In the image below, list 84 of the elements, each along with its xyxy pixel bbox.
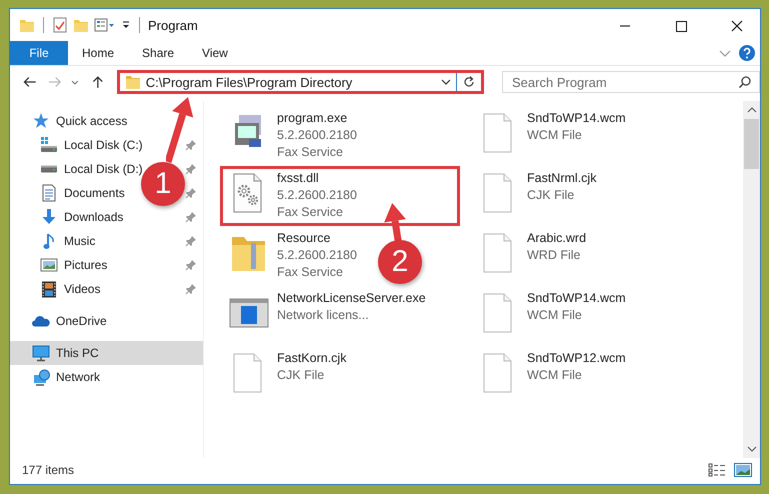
- address-bar[interactable]: C:\Program Files\Program Directory: [116, 70, 484, 94]
- file-tile[interactable]: FastKorn.cjk CJK File: [220, 346, 356, 406]
- nav-item[interactable]: Network: [32, 368, 100, 386]
- file-detail: 5.2.2600.2180: [277, 187, 357, 204]
- file-name: program.exe: [277, 110, 348, 127]
- drive-icon: [40, 137, 58, 153]
- file-detail: WCM File: [527, 367, 583, 384]
- search-icon[interactable]: [738, 75, 752, 89]
- file-name: FastKorn.cjk: [277, 350, 346, 367]
- file-tile[interactable]: program.exe 5.2.2600.2180 Fax Service: [220, 106, 366, 166]
- checklist-icon[interactable]: [52, 17, 68, 33]
- nav-item[interactable]: Music: [40, 232, 96, 250]
- nav-item[interactable]: OneDrive: [32, 314, 107, 328]
- pin-icon[interactable]: [185, 259, 197, 271]
- nav-item[interactable]: Videos: [40, 280, 100, 298]
- monitor-icon: [32, 344, 50, 362]
- pin-icon[interactable]: [185, 235, 197, 247]
- chevron-down-icon[interactable]: [441, 79, 452, 85]
- list-view-icon[interactable]: [94, 17, 116, 33]
- ribbon-tab[interactable]: Home: [68, 41, 128, 65]
- window-title: Program: [148, 18, 198, 32]
- nav-item[interactable]: Quick access: [32, 112, 128, 130]
- document-icon: [42, 184, 56, 202]
- drive-icon: [40, 165, 58, 173]
- refresh-icon[interactable]: [462, 75, 476, 89]
- file-name: FastNrml.cjk: [527, 170, 596, 187]
- nav-item[interactable]: Local Disk (D:): [40, 162, 143, 176]
- file-tile[interactable]: SndToWP14.wcm WCM File: [470, 286, 635, 346]
- ribbon-tab[interactable]: Share: [128, 41, 188, 65]
- file-tile[interactable]: FastNrml.cjk CJK File: [470, 166, 606, 226]
- file-name: Resource: [277, 230, 332, 247]
- file-name: SndToWP14.wcm: [527, 110, 626, 127]
- scroll-down-icon[interactable]: [746, 446, 756, 452]
- chevron-down-icon[interactable]: [71, 80, 80, 84]
- file-detail: Fax Service: [277, 204, 344, 221]
- file-tile[interactable]: SndToWP12.wcm WCM File: [470, 346, 635, 406]
- file-name: SndToWP14.wcm: [527, 290, 626, 307]
- pin-icon[interactable]: [185, 283, 197, 295]
- file-name: SndToWP12.wcm: [527, 350, 626, 367]
- file-detail: CJK File: [527, 187, 576, 204]
- nav-item[interactable]: Pictures: [40, 258, 108, 272]
- scroll-up-icon[interactable]: [746, 107, 756, 113]
- help-icon[interactable]: [738, 44, 756, 62]
- file-detail: Fax Service: [277, 144, 344, 161]
- ribbon-tab[interactable]: View: [188, 41, 242, 65]
- pin-icon[interactable]: [185, 139, 197, 151]
- file-detail: CJK File: [277, 367, 326, 384]
- details-view-icon[interactable]: [708, 463, 726, 477]
- down-arrow-icon: [42, 209, 56, 225]
- file-name: fxsst.dll: [277, 170, 320, 187]
- scrollbar[interactable]: [743, 101, 760, 458]
- file-tile[interactable]: Resource 5.2.2600.2180 Fax Service: [220, 226, 366, 286]
- nav-item[interactable]: This PC: [32, 344, 99, 362]
- pin-icon[interactable]: [185, 163, 197, 175]
- file-detail: WCM File: [527, 127, 583, 144]
- music-note-icon: [43, 232, 55, 250]
- picture-icon: [40, 258, 58, 272]
- file-name: NetworkLicenseServer.exe: [277, 290, 426, 307]
- star-icon: [32, 112, 50, 130]
- folder-icon: [124, 74, 141, 90]
- file-detail: Fax Service: [277, 264, 344, 281]
- file-detail: 5.2.2600.2180: [277, 127, 357, 144]
- file-tile[interactable]: SndToWP14.wcm WCM File: [470, 106, 635, 166]
- file-name: Arabic.wrd: [527, 230, 586, 247]
- globe-computer-icon: [32, 368, 50, 386]
- file-detail: Network licens...: [277, 307, 370, 324]
- nav-item[interactable]: Documents: [40, 184, 125, 202]
- cloud-icon: [32, 316, 50, 326]
- nav-item[interactable]: Downloads: [40, 209, 124, 225]
- pin-icon[interactable]: [185, 211, 197, 223]
- file-detail: 5.2.2600.2180: [277, 247, 357, 264]
- file-detail: WRD File: [527, 247, 582, 264]
- nav-item[interactable]: Local Disk (C:): [40, 137, 143, 153]
- file-tile[interactable]: Arabic.wrd WRD File: [470, 226, 596, 286]
- file-tab[interactable]: File: [10, 41, 68, 65]
- film-icon: [42, 280, 56, 298]
- item-count: 177 items: [22, 463, 74, 477]
- file-tile[interactable]: NetworkLicenseServer.exe Network licens...: [220, 286, 435, 346]
- search-field[interactable]: Search Program: [502, 71, 760, 93]
- scroll-thumb[interactable]: [744, 119, 759, 169]
- file-tile[interactable]: fxsst.dll 5.2.2600.2180 Fax Service: [220, 166, 460, 226]
- file-detail: WCM File: [527, 307, 583, 324]
- large-icons-view-icon[interactable]: [734, 463, 752, 477]
- pin-icon[interactable]: [185, 187, 197, 199]
